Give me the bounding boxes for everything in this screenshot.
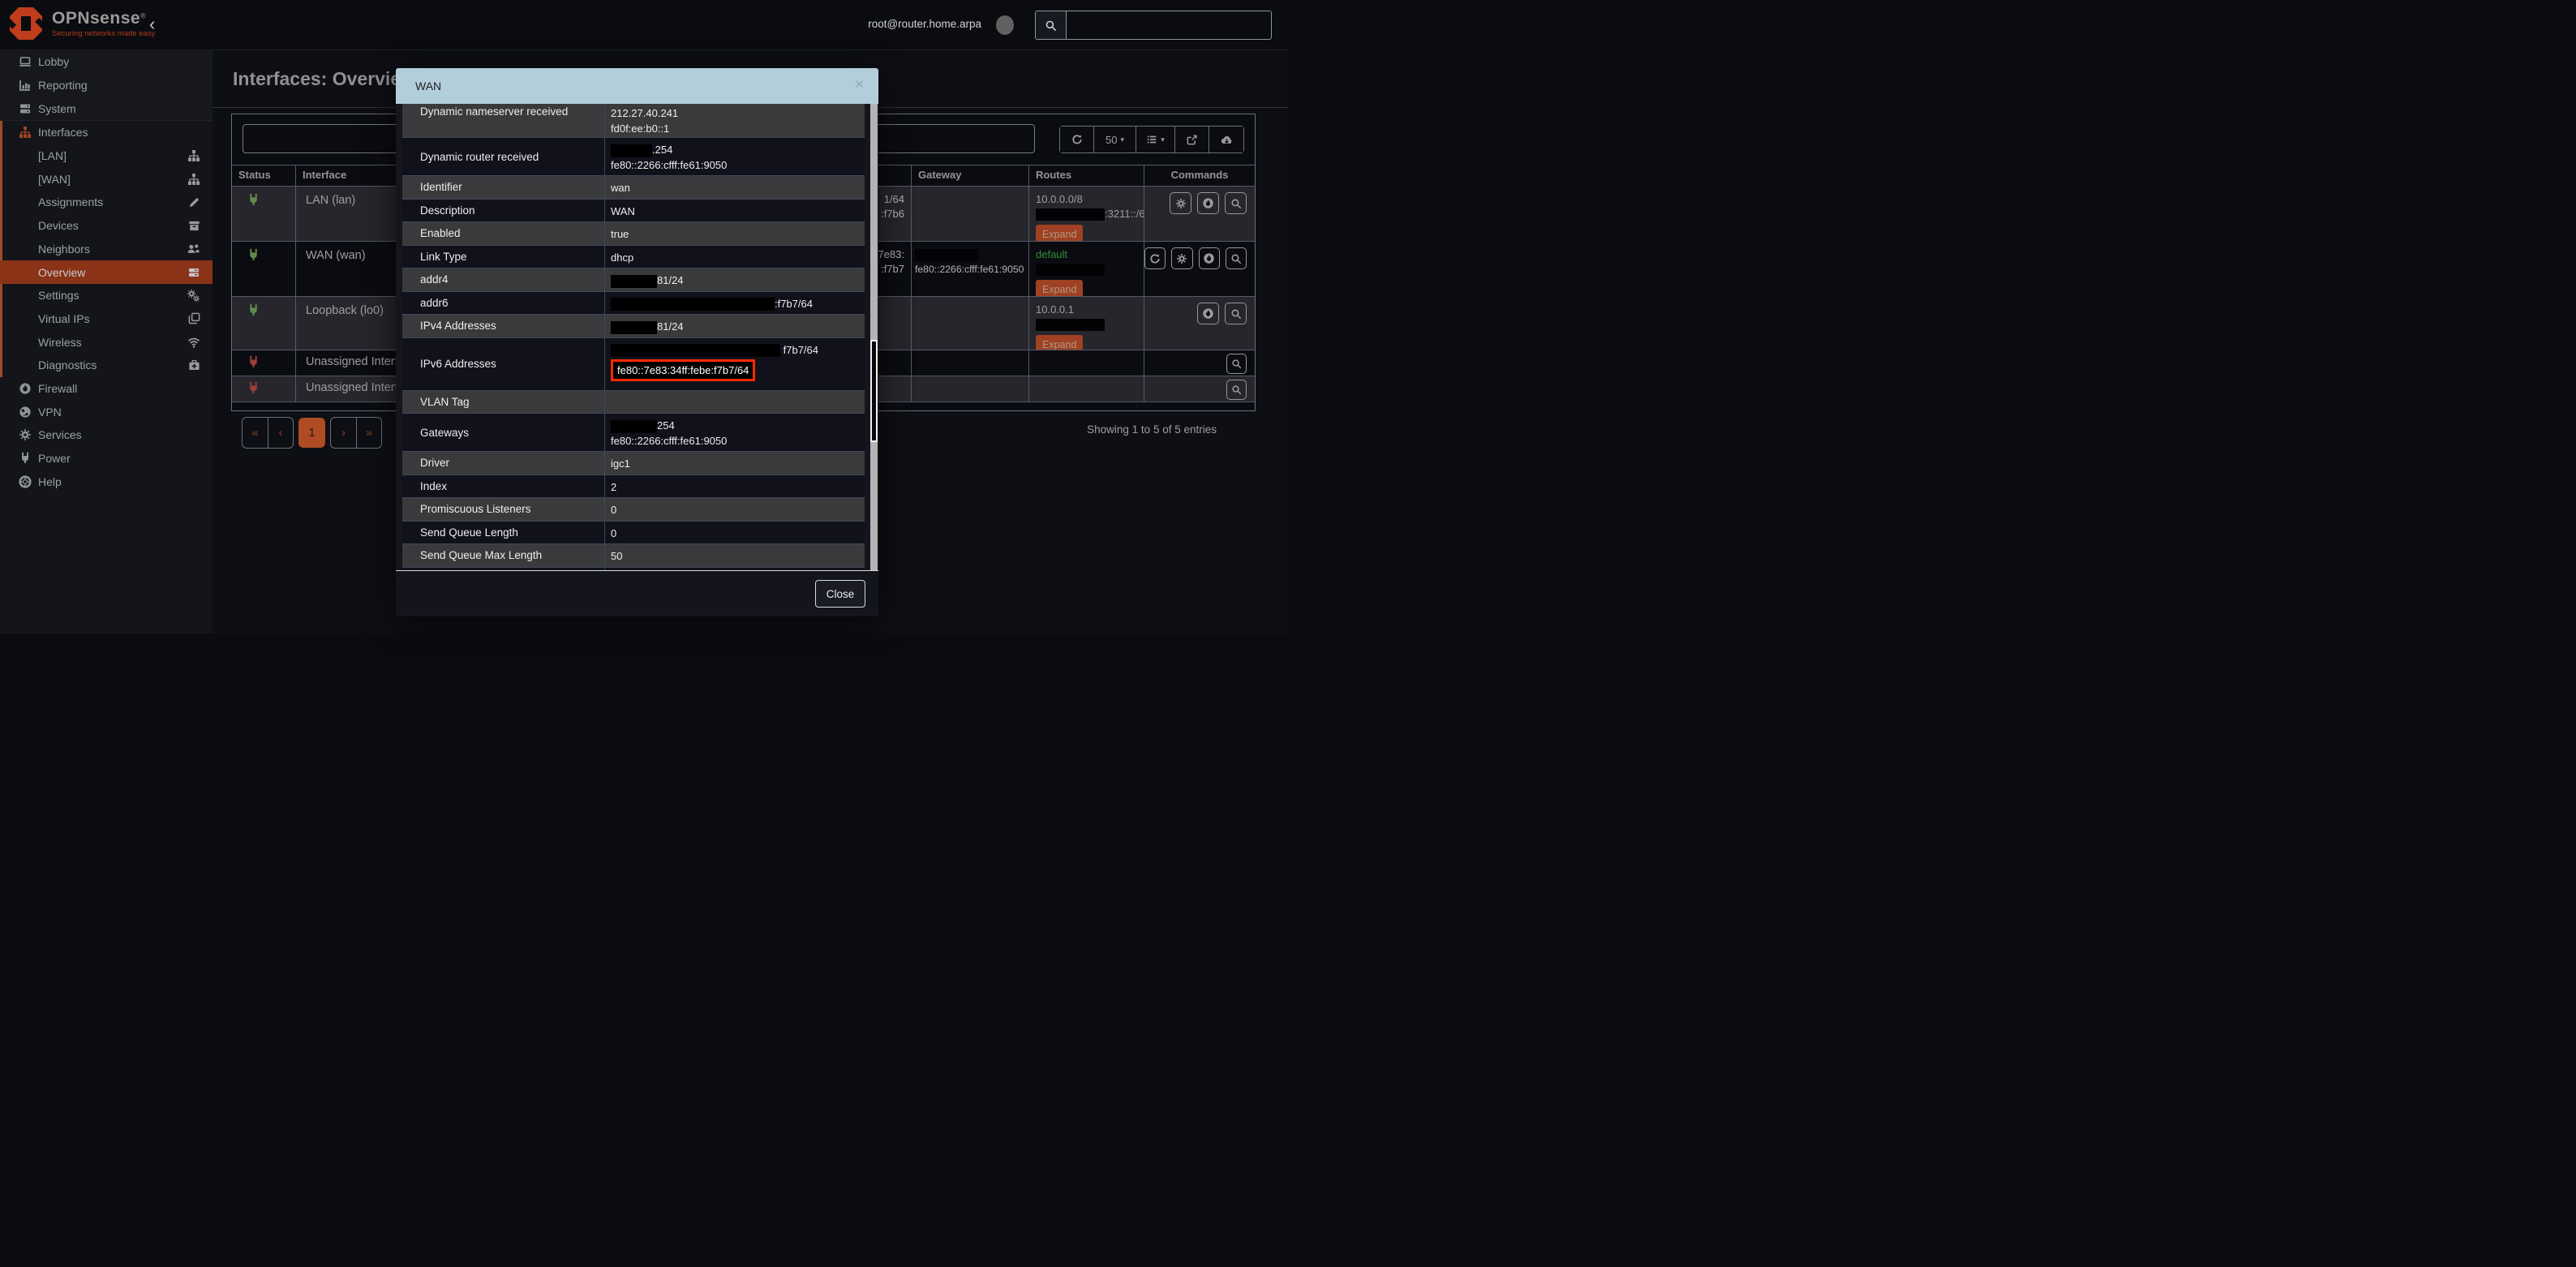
sitemap-icon	[187, 149, 200, 162]
opnsense-logo-icon	[8, 6, 44, 41]
sidebar-item-wireless[interactable]: Wireless	[0, 330, 213, 354]
sidebar-item-diagnostics[interactable]: Diagnostics	[0, 354, 213, 377]
gear-icon	[18, 428, 32, 441]
medkit-icon	[188, 359, 200, 372]
detail-row: Driverigc1	[402, 452, 865, 475]
detail-row: Send Queue Length0	[402, 522, 865, 545]
plug-icon	[18, 452, 32, 465]
sitemap-icon	[18, 126, 32, 139]
users-icon	[187, 242, 200, 256]
fire-icon	[18, 382, 32, 395]
registered-mark: ®	[140, 12, 146, 20]
detail-row: Dynamic nameserver received212.27.40.240…	[402, 104, 865, 138]
detail-row: Send Queue Max Length50	[402, 544, 865, 568]
redacted-value	[611, 298, 775, 311]
detail-row: Identifierwan	[402, 176, 865, 200]
sidebar-item-wan[interactable]: [WAN]	[0, 167, 213, 191]
modal-title: WAN	[415, 79, 441, 92]
detail-row: addr6:f7b7/64	[402, 292, 865, 316]
wifi-icon	[187, 336, 200, 349]
detail-row: DescriptionWAN	[402, 200, 865, 223]
globe-icon	[18, 406, 32, 419]
close-button[interactable]: Close	[815, 580, 865, 608]
modal-footer: Close	[396, 570, 878, 616]
sidebar-item-neighbors[interactable]: Neighbors	[0, 238, 213, 261]
sidebar-item-settings[interactable]: Settings	[0, 284, 213, 307]
modal-scrollbar[interactable]	[870, 104, 878, 570]
detail-row: Dynamic router received.254fe80::2266:cf…	[402, 138, 865, 176]
hdd-icon	[187, 266, 200, 279]
detail-row: VLAN Tag	[402, 391, 865, 414]
redacted-value	[611, 275, 657, 288]
detail-row: Promiscuous Listeners0	[402, 498, 865, 522]
scrollbar-thumb[interactable]	[870, 340, 878, 442]
brand-text: OPNsense® Securing networks made easy	[52, 9, 155, 38]
archive-icon	[188, 220, 200, 232]
laptop-icon	[18, 55, 32, 68]
sidebar-item-virtual-ips[interactable]: Virtual IPs	[0, 307, 213, 331]
sidebar-item-lobby[interactable]: Lobby	[0, 50, 213, 74]
wan-details-modal: WAN × Dynamic nameserver received212.27.…	[396, 68, 878, 616]
pencil-icon	[188, 196, 200, 208]
brand-tagline: Securing networks made easy	[52, 29, 155, 38]
detail-row-ipv6: IPv6 Addresses f7b7/64fe80::7e83:34ff:fe…	[402, 338, 865, 391]
detail-row: Index2	[402, 475, 865, 499]
sitemap-icon	[187, 173, 200, 186]
sidebar-item-vpn[interactable]: VPN	[0, 400, 213, 423]
redacted-value	[611, 420, 657, 433]
modal-body[interactable]: Dynamic nameserver received212.27.40.240…	[402, 104, 865, 570]
brand-name: OPNsense	[52, 9, 140, 28]
sidebar-item-firewall[interactable]: Firewall	[0, 377, 213, 401]
avatar[interactable]	[996, 15, 1014, 35]
detail-row: Link Typedhcp	[402, 246, 865, 269]
sidebar-item-assignments[interactable]: Assignments	[0, 191, 213, 214]
clone-icon	[188, 312, 200, 324]
search-icon	[1036, 11, 1067, 39]
detail-row: IPv4 Addresses81/24	[402, 315, 865, 338]
highlighted-ipv6-address: fe80::7e83:34ff:febe:f7b7/64	[611, 359, 755, 381]
lifering-icon	[18, 475, 32, 488]
sidebar: Lobby Reporting System Interfaces [LAN] …	[0, 50, 213, 634]
close-icon[interactable]: ×	[855, 76, 864, 94]
sidebar-item-services[interactable]: Services	[0, 423, 213, 447]
search-input[interactable]	[1067, 11, 1271, 39]
sidebar-item-reporting[interactable]: Reporting	[0, 74, 213, 97]
brand[interactable]: OPNsense® Securing networks made easy	[8, 6, 155, 41]
global-search	[1035, 11, 1272, 40]
sidebar-item-overview[interactable]: Overview	[0, 260, 213, 284]
sidebar-item-devices[interactable]: Devices	[0, 214, 213, 238]
redacted-value	[611, 344, 780, 357]
redacted-value	[611, 144, 652, 157]
redacted-value	[611, 321, 657, 334]
sidebar-item-power[interactable]: Power	[0, 447, 213, 470]
sidebar-item-help[interactable]: Help	[0, 470, 213, 493]
detail-row: Gateways254fe80::2266:cfff:fe61:9050	[402, 414, 865, 452]
sidebar-item-lan[interactable]: [LAN]	[0, 144, 213, 168]
sidebar-item-interfaces[interactable]: Interfaces	[0, 121, 213, 144]
gears-icon	[187, 289, 200, 303]
chart-icon	[18, 79, 32, 92]
sidebar-collapse-icon[interactable]: ‹	[149, 14, 155, 35]
detail-row: Enabledtrue	[402, 222, 865, 246]
server-icon	[18, 102, 32, 115]
top-bar: OPNsense® Securing networks made easy ‹ …	[0, 0, 1288, 50]
logged-in-user: root@router.home.arpa	[868, 18, 981, 30]
modal-header: WAN ×	[396, 68, 878, 104]
sidebar-item-system[interactable]: System	[0, 97, 213, 120]
detail-row: addr481/24	[402, 268, 865, 292]
